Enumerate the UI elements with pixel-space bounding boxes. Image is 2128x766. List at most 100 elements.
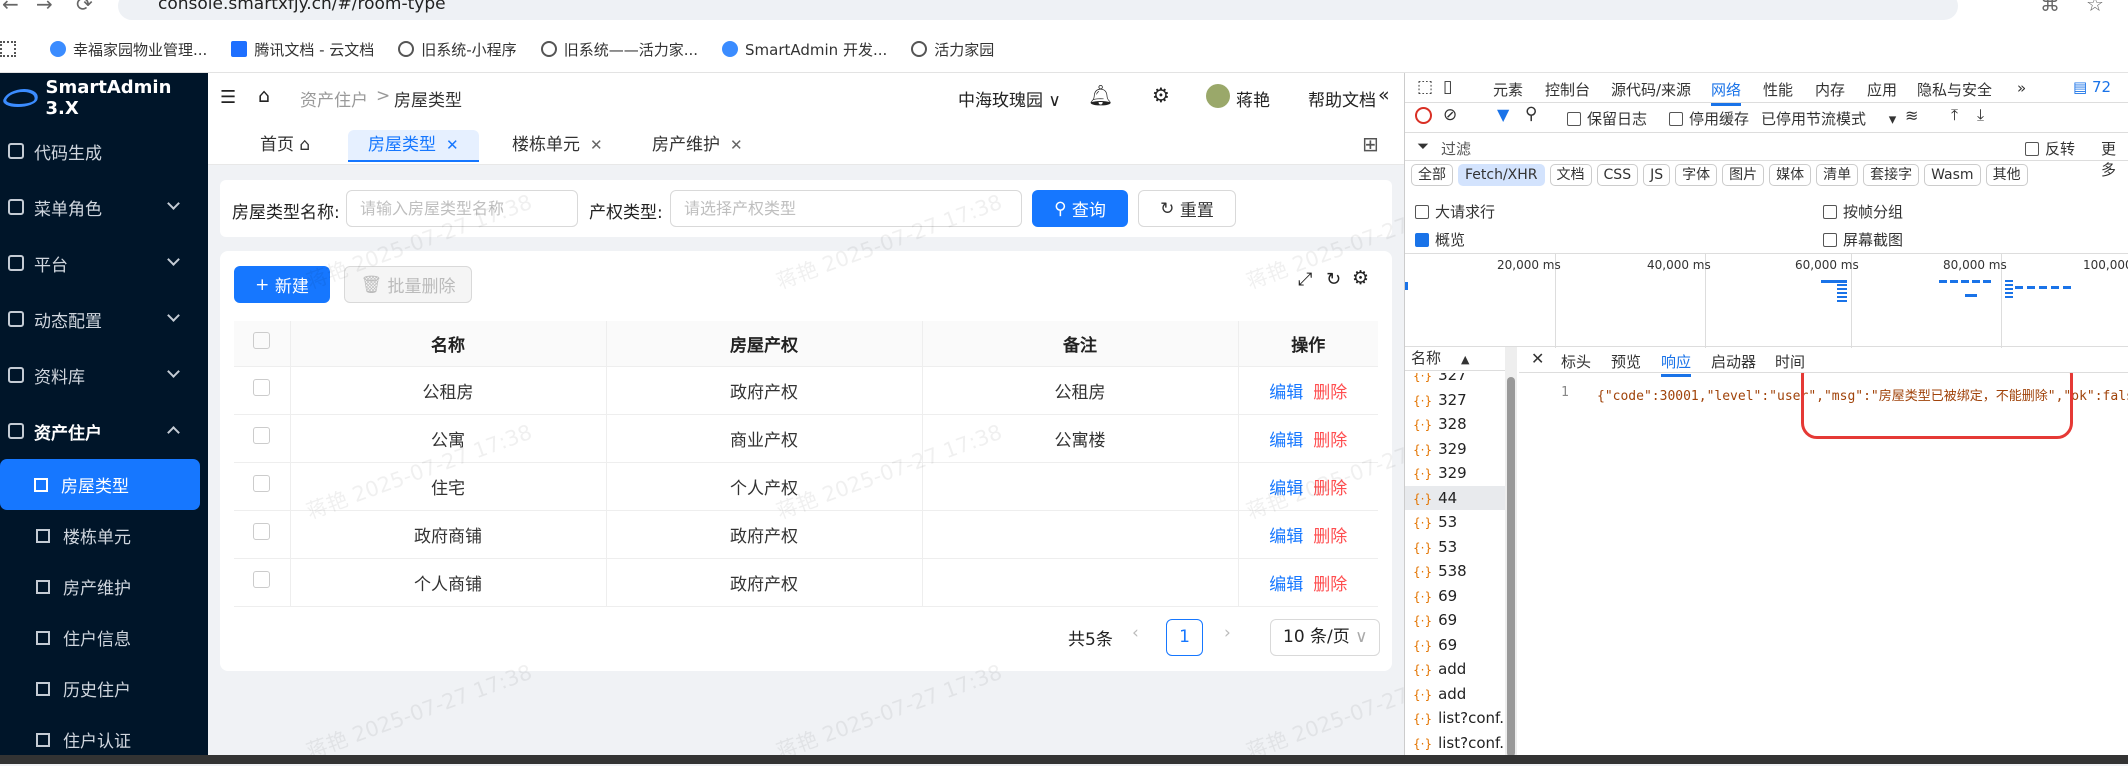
- sidebar-item-assets[interactable]: 资产住户: [0, 403, 208, 459]
- response-viewer[interactable]: 1 {"code":30001,"level":"user","msg":"房屋…: [1519, 373, 2128, 764]
- request-item-selected[interactable]: {·} 44: [1405, 485, 1505, 510]
- sidebar-item-menu-role[interactable]: 菜单角色: [0, 179, 208, 235]
- devtools-tab-elements[interactable]: 元素: [1493, 79, 1523, 100]
- detail-tab-preview[interactable]: 预览: [1611, 351, 1641, 372]
- row-checkbox[interactable]: [253, 379, 271, 396]
- page-number[interactable]: 1: [1166, 619, 1203, 656]
- help-link[interactable]: 帮助文档: [1308, 86, 1376, 111]
- disable-cache-toggle[interactable]: 停用缓存: [1669, 108, 1749, 129]
- bookmark-item[interactable]: 旧系统-小程序: [398, 39, 517, 60]
- close-icon[interactable]: ✕: [446, 136, 459, 154]
- preserve-log-checkbox[interactable]: [1567, 112, 1581, 126]
- edit-link[interactable]: 编辑: [1269, 383, 1303, 403]
- gear-icon[interactable]: ⚙: [1152, 83, 1170, 107]
- overview-checkbox[interactable]: [1415, 233, 1429, 247]
- request-item[interactable]: {·} 538: [1405, 559, 1505, 584]
- app-logo[interactable]: SmartAdmin 3.X: [0, 73, 208, 123]
- chip-other[interactable]: 其他: [1985, 164, 2028, 186]
- page-size-select[interactable]: 10 条/页 ∨: [1270, 619, 1380, 656]
- request-item[interactable]: {·} 327: [1405, 388, 1505, 413]
- screenshots-toggle[interactable]: 屏幕截图: [1823, 229, 1903, 250]
- grid-menu-icon[interactable]: ⊞: [1362, 132, 1379, 156]
- record-icon[interactable]: [1415, 107, 1432, 124]
- select-all-cell[interactable]: [234, 321, 291, 367]
- sidebar-item-library[interactable]: 资料库: [0, 347, 208, 403]
- invert-checkbox[interactable]: [2025, 142, 2039, 156]
- sidebar-subitem-property[interactable]: 房产维护: [0, 561, 208, 612]
- close-detail-icon[interactable]: ✕: [1531, 349, 1544, 368]
- delete-link[interactable]: 删除: [1313, 383, 1347, 403]
- disable-cache-checkbox[interactable]: [1669, 112, 1683, 126]
- bookmark-item[interactable]: SmartAdmin 开发...: [722, 39, 887, 60]
- request-item[interactable]: {·} 69: [1405, 608, 1505, 633]
- chip-font[interactable]: 字体: [1675, 164, 1718, 186]
- reload-icon[interactable]: ⟳: [76, 0, 93, 16]
- chip-css[interactable]: CSS: [1596, 164, 1639, 186]
- request-item[interactable]: {·} 329: [1405, 461, 1505, 486]
- settings-icon[interactable]: ⚙: [1352, 267, 1369, 289]
- sidebar-subitem-residents[interactable]: 住户信息: [0, 612, 208, 663]
- detail-tab-initiator[interactable]: 启动器: [1711, 351, 1756, 372]
- download-icon[interactable]: ⤓: [1977, 105, 1984, 125]
- room-type-name-input[interactable]: 请输入房屋类型名称: [346, 190, 578, 227]
- forward-icon[interactable]: →: [36, 0, 53, 16]
- bookmark-star-icon[interactable]: ☆: [2086, 0, 2104, 16]
- request-item[interactable]: {·} add: [1405, 682, 1505, 707]
- edit-link[interactable]: 编辑: [1269, 479, 1303, 499]
- sidebar-subitem-room-type[interactable]: 房屋类型: [0, 459, 200, 510]
- next-page-icon[interactable]: ›: [1224, 623, 1231, 643]
- chip-img[interactable]: 图片: [1722, 164, 1765, 186]
- edit-link[interactable]: 编辑: [1269, 527, 1303, 547]
- reset-button[interactable]: ↻ 重置: [1138, 190, 1236, 227]
- request-item[interactable]: {·}list?conf...: [1405, 706, 1505, 731]
- fullscreen-icon[interactable]: ⤢: [1298, 269, 1312, 290]
- search-icon[interactable]: ⚲: [1525, 104, 1537, 124]
- request-item[interactable]: {·} 69: [1405, 584, 1505, 609]
- devtools-tab-memory[interactable]: 内存: [1815, 79, 1845, 100]
- delete-link[interactable]: 删除: [1313, 575, 1347, 595]
- bookmark-item[interactable]: 腾讯文档 - 云文档: [231, 39, 374, 60]
- sidebar-item-platform[interactable]: 平台: [0, 235, 208, 291]
- upload-icon[interactable]: ⤒: [1951, 105, 1958, 125]
- group-by-frame-toggle[interactable]: 按帧分组: [1823, 201, 1903, 222]
- delete-link[interactable]: 删除: [1313, 527, 1347, 547]
- tab-room-type[interactable]: 房屋类型 ✕: [348, 130, 479, 162]
- query-button[interactable]: ⚲ 查询: [1032, 190, 1128, 227]
- community-select[interactable]: 中海玫瑰园 ∨: [958, 86, 1061, 111]
- request-item[interactable]: {·} add: [1405, 657, 1505, 682]
- chip-ws[interactable]: 套接字: [1863, 164, 1920, 186]
- request-item[interactable]: {·} 69: [1405, 633, 1505, 658]
- add-button[interactable]: + 新建: [234, 266, 330, 303]
- breadcrumb-parent[interactable]: 资产住户: [300, 86, 368, 111]
- filter-input[interactable]: 过滤: [1441, 138, 1471, 159]
- edit-link[interactable]: 编辑: [1269, 431, 1303, 451]
- invert-toggle[interactable]: 反转: [2025, 138, 2075, 159]
- large-rows-checkbox[interactable]: [1415, 205, 1429, 219]
- more-tabs-icon[interactable]: »: [2017, 79, 2026, 97]
- close-icon[interactable]: ✕: [730, 136, 743, 154]
- devtools-tab-performance[interactable]: 性能: [1763, 79, 1793, 100]
- menu-fold-icon[interactable]: ☰: [220, 87, 236, 108]
- detail-tab-headers[interactable]: 标头: [1561, 351, 1591, 372]
- property-type-select[interactable]: 请选择产权类型: [670, 190, 1022, 227]
- request-item[interactable]: {·} 327: [1405, 373, 1505, 388]
- address-bar[interactable]: console.smartxfjy.cn/#/room-type: [118, 0, 1958, 20]
- scrollbar-thumb[interactable]: [1507, 377, 1515, 757]
- screenshots-checkbox[interactable]: [1823, 233, 1837, 247]
- name-column-header[interactable]: 名称 ▲: [1405, 347, 1505, 371]
- chip-fetch-xhr[interactable]: Fetch/XHR: [1458, 164, 1545, 186]
- refresh-icon[interactable]: ↻: [1326, 269, 1341, 290]
- group-by-frame-checkbox[interactable]: [1823, 205, 1837, 219]
- chip-js[interactable]: JS: [1643, 164, 1671, 186]
- bookmark-item[interactable]: 活力家园: [911, 39, 994, 60]
- chip-media[interactable]: 媒体: [1769, 164, 1812, 186]
- request-item[interactable]: {·} 53: [1405, 510, 1505, 535]
- large-rows-toggle[interactable]: 大请求行: [1415, 201, 1495, 222]
- devtools-tab-sources[interactable]: 源代码/来源: [1611, 79, 1691, 100]
- row-checkbox[interactable]: [253, 571, 271, 588]
- user-name[interactable]: 蒋艳: [1236, 86, 1270, 111]
- clear-icon[interactable]: ⊘: [1443, 105, 1457, 125]
- preserve-log-toggle[interactable]: 保留日志: [1567, 108, 1647, 129]
- devtools-tab-application[interactable]: 应用: [1867, 79, 1897, 100]
- select-all-checkbox[interactable]: [253, 332, 271, 350]
